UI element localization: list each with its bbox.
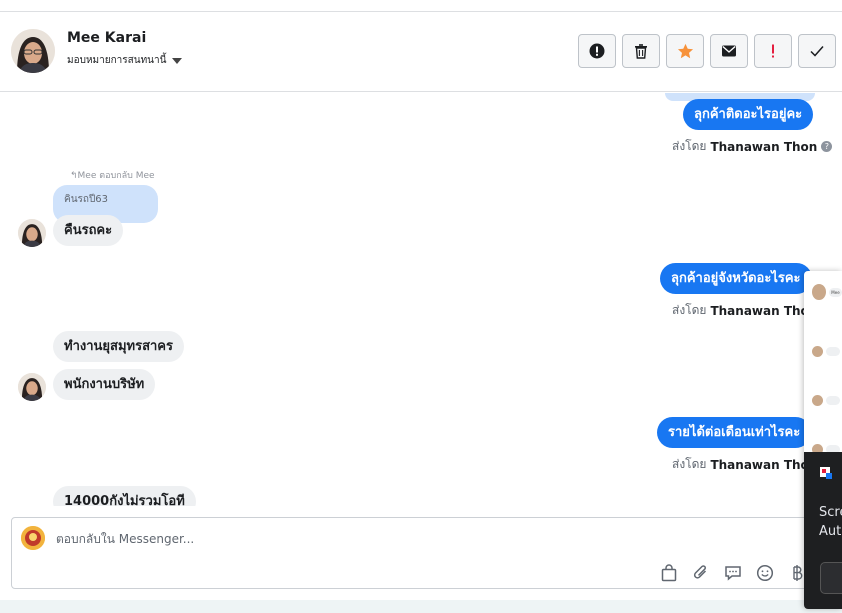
top-divider xyxy=(0,0,842,12)
screen-capture-toast[interactable]: Scre Aut xyxy=(804,452,842,609)
page-avatar xyxy=(21,526,45,550)
popup-preview-row: Mee xyxy=(812,284,842,300)
popup-preview-row xyxy=(812,345,842,357)
mark-spam-button[interactable] xyxy=(578,34,616,68)
contact-avatar-image xyxy=(11,29,55,73)
reply-indicator: ↰Mee ตอบกลับ Mee xyxy=(70,171,155,181)
popup-mini-name: Mee xyxy=(829,287,842,297)
agent-name[interactable]: Thanawan Thon xyxy=(710,140,817,154)
conversation-actions xyxy=(578,34,836,68)
agent-name[interactable]: Thanawan Thon xyxy=(710,304,817,318)
toast-action-button[interactable] xyxy=(820,562,842,594)
assign-conversation-dropdown[interactable]: มอบหมายการสนทนานี้ xyxy=(67,53,183,68)
composer-tools xyxy=(658,562,808,584)
speech-bubble-icon xyxy=(725,566,741,581)
contact-name[interactable]: Mee Karai xyxy=(67,30,146,46)
delete-button[interactable] xyxy=(622,34,660,68)
saved-replies-button[interactable] xyxy=(722,562,744,584)
screen-capture-icon xyxy=(820,467,832,479)
chevron-down-icon xyxy=(172,57,183,64)
conversation-header: Mee Karai มอบหมายการสนทนานี้ xyxy=(0,12,842,92)
mini-avatar xyxy=(812,345,823,357)
paperclip-icon xyxy=(693,565,707,579)
message-thread[interactable]: ลุกค้าติดอะไรอยู่คะ ส่งโดย Thanawan Thon… xyxy=(0,93,842,506)
reply-input[interactable] xyxy=(56,529,556,549)
incoming-message[interactable]: คืนรถคะ xyxy=(53,215,124,246)
toast-title: Scre xyxy=(819,505,842,520)
notification-popup[interactable]: Mee Scre Aut xyxy=(804,271,842,609)
check-icon xyxy=(810,46,824,57)
sent-by-label: ส่งโดย Thanawan Thon xyxy=(672,457,818,472)
mini-bubble xyxy=(826,346,840,356)
reply-arrow-icon: ↰ xyxy=(70,171,78,181)
incoming-message[interactable]: 14000กังไม่รวมโอที xyxy=(53,486,196,506)
envelope-icon xyxy=(722,45,736,57)
inbox-conversation-window: Mee Karai มอบหมายการสนทนานี้ ลุกค้าติดอะ… xyxy=(0,0,842,600)
spam-icon xyxy=(589,43,605,59)
sent-by-label: ส่งโดย Thanawan Thon xyxy=(672,303,818,318)
contact-avatar-image xyxy=(18,219,46,247)
reply-composer xyxy=(11,517,811,589)
outgoing-message[interactable]: ลุกค้าติดอะไรอยู่คะ xyxy=(683,99,814,130)
outgoing-message[interactable]: ลุกค้าอยู่จังหวัดอะไรคะ xyxy=(660,263,812,294)
star-icon xyxy=(677,43,693,58)
contact-avatar[interactable] xyxy=(11,29,55,73)
contact-avatar-small[interactable] xyxy=(18,219,46,247)
shopping-bag-icon xyxy=(661,564,677,582)
help-icon[interactable]: ? xyxy=(821,141,833,152)
page-logo-icon xyxy=(21,526,45,550)
attach-button[interactable] xyxy=(690,562,712,584)
trash-icon xyxy=(635,44,647,59)
baht-icon xyxy=(793,565,803,581)
incoming-message[interactable]: พนักงานบริษัท xyxy=(53,369,156,400)
contact-avatar-image xyxy=(18,373,46,401)
outgoing-message[interactable]: รายได้ต่อเดือนเท่าไรคะ xyxy=(657,417,812,448)
mark-unread-button[interactable] xyxy=(710,34,748,68)
sent-by-label: ส่งโดย Thanawan Thon ? xyxy=(672,137,833,156)
emoji-button[interactable] xyxy=(754,562,776,584)
assign-label: มอบหมายการสนทนานี้ xyxy=(67,55,167,66)
mini-bubble xyxy=(826,395,840,405)
mini-avatar xyxy=(812,284,827,300)
exclamation-icon xyxy=(772,44,774,58)
shop-button[interactable] xyxy=(658,562,680,584)
mini-avatar xyxy=(812,394,823,406)
emoji-icon xyxy=(756,564,774,582)
follow-up-button[interactable] xyxy=(754,34,792,68)
incoming-message[interactable]: ทำงานยุสมุทรสาคร xyxy=(53,331,184,362)
mark-done-button[interactable] xyxy=(798,34,836,68)
agent-name[interactable]: Thanawan Thon xyxy=(710,458,817,472)
popup-preview-row xyxy=(812,394,842,406)
star-button[interactable] xyxy=(666,34,704,68)
contact-avatar-small[interactable] xyxy=(18,373,46,401)
toast-subtitle: Aut xyxy=(819,524,842,539)
